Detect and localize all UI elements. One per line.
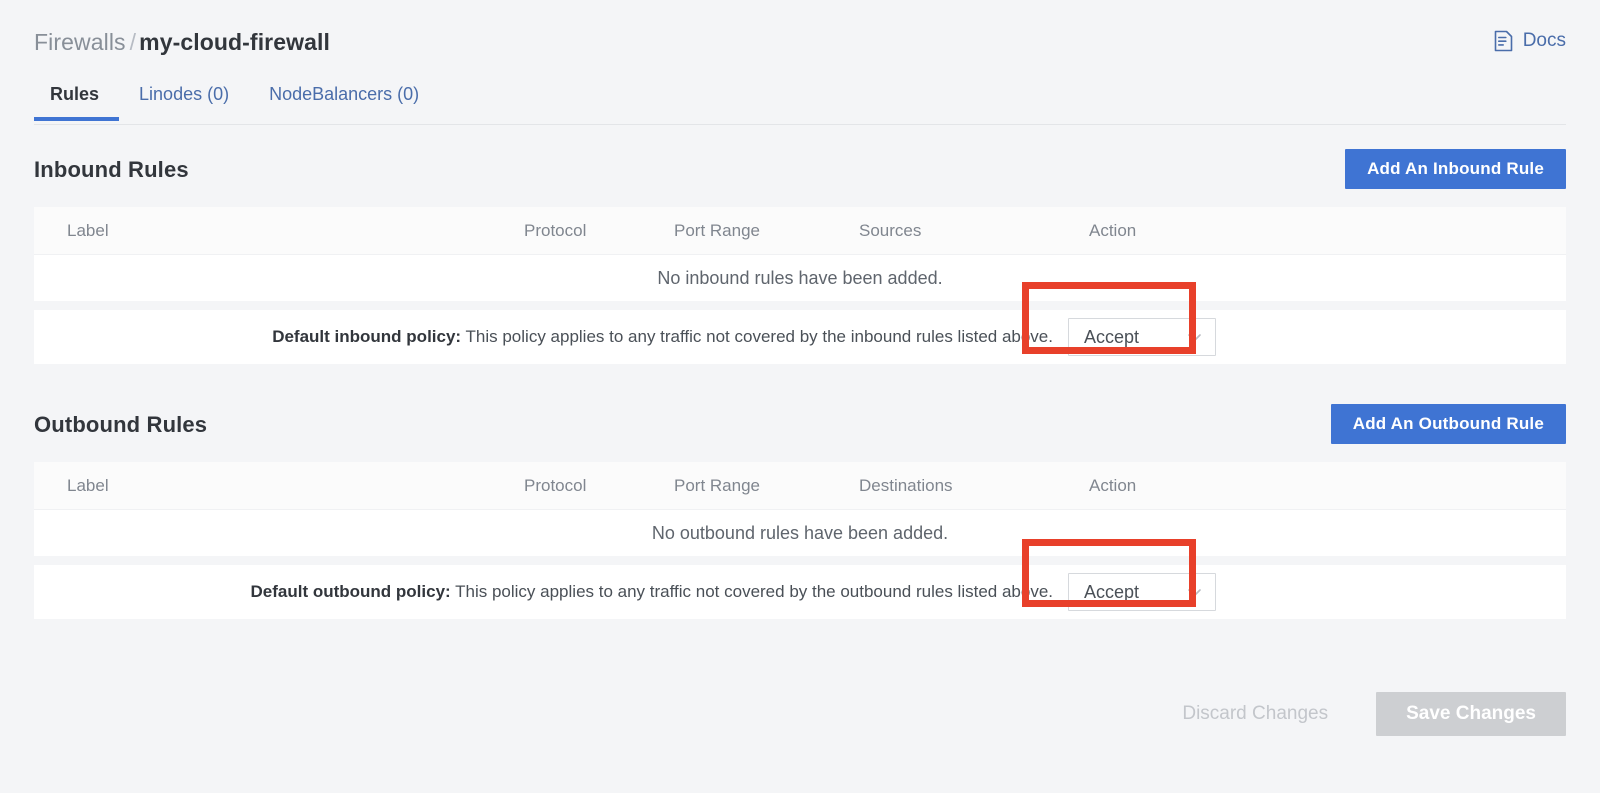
outbound-column-label: Label [34, 476, 524, 496]
outbound-column-protocol: Protocol [524, 476, 674, 496]
tab-nodebalancers-label: NodeBalancers (0) [269, 84, 419, 104]
outbound-section-title: Outbound Rules [34, 412, 207, 438]
inbound-policy-select[interactable]: Accept [1068, 318, 1216, 356]
chevron-down-icon [1185, 328, 1204, 347]
tab-linodes-label: Linodes (0) [139, 84, 229, 104]
document-icon [1493, 30, 1514, 52]
inbound-policy-select-wrap: Accept [1068, 318, 1216, 356]
tab-bar-divider [34, 124, 1566, 125]
outbound-policy-text: Default outbound policy: This policy app… [251, 582, 1054, 602]
add-inbound-rule-button[interactable]: Add An Inbound Rule [1345, 149, 1566, 189]
inbound-rules-table: Label Protocol Port Range Sources Action… [34, 207, 1566, 301]
discard-changes-button[interactable]: Discard Changes [1158, 692, 1352, 736]
outbound-column-port-range: Port Range [674, 476, 859, 496]
tab-linodes[interactable]: Linodes (0) [119, 80, 249, 121]
inbound-column-label: Label [34, 221, 524, 241]
inbound-table-header-row: Label Protocol Port Range Sources Action [34, 207, 1566, 255]
outbound-section-header: Outbound Rules Add An Outbound Rule [34, 404, 1566, 462]
tab-bar: Rules Linodes (0) NodeBalancers (0) [0, 80, 1600, 125]
inbound-column-protocol: Protocol [524, 221, 674, 241]
inbound-column-action: Action [1089, 221, 1566, 241]
outbound-policy-select[interactable]: Accept [1068, 573, 1216, 611]
chevron-down-icon [1185, 583, 1204, 602]
docs-label: Docs [1523, 30, 1566, 52]
inbound-section-header: Inbound Rules Add An Inbound Rule [34, 149, 1566, 207]
breadcrumb: Firewalls/my-cloud-firewall [34, 29, 330, 56]
save-changes-button[interactable]: Save Changes [1376, 692, 1566, 736]
inbound-policy-text: Default inbound policy: This policy appl… [272, 327, 1053, 347]
outbound-rules-section: Outbound Rules Add An Outbound Rule Labe… [0, 404, 1600, 619]
inbound-default-policy-row: Default inbound policy: This policy appl… [34, 310, 1566, 364]
inbound-rules-section: Inbound Rules Add An Inbound Rule Label … [0, 149, 1600, 364]
inbound-policy-description: This policy applies to any traffic not c… [466, 327, 1053, 346]
add-outbound-rule-button[interactable]: Add An Outbound Rule [1331, 404, 1566, 444]
breadcrumb-separator: / [130, 29, 137, 55]
outbound-column-destinations: Destinations [859, 476, 1089, 496]
outbound-table-header-row: Label Protocol Port Range Destinations A… [34, 462, 1566, 510]
outbound-empty-state: No outbound rules have been added. [34, 510, 1566, 556]
inbound-column-port-range: Port Range [674, 221, 859, 241]
outbound-rules-table: Label Protocol Port Range Destinations A… [34, 462, 1566, 556]
outbound-policy-select-wrap: Accept [1068, 573, 1216, 611]
docs-link[interactable]: Docs [1493, 30, 1566, 52]
outbound-policy-label: Default outbound policy: [251, 582, 451, 601]
inbound-policy-label: Default inbound policy: [272, 327, 461, 346]
footer-actions: Discard Changes Save Changes [1158, 692, 1566, 736]
inbound-empty-state: No inbound rules have been added. [34, 255, 1566, 301]
firewall-rules-page: Firewalls/my-cloud-firewall Docs Rules L… [0, 0, 1600, 793]
tab-rules-label: Rules [50, 84, 99, 104]
page-title: my-cloud-firewall [139, 29, 330, 55]
inbound-section-title: Inbound Rules [34, 157, 189, 183]
outbound-policy-value: Accept [1084, 582, 1139, 603]
page-header: Firewalls/my-cloud-firewall Docs [0, 0, 1600, 78]
tab-nodebalancers[interactable]: NodeBalancers (0) [249, 80, 439, 121]
tab-rules[interactable]: Rules [34, 80, 119, 121]
inbound-column-sources: Sources [859, 221, 1089, 241]
breadcrumb-firewalls-link[interactable]: Firewalls [34, 29, 126, 55]
inbound-policy-value: Accept [1084, 327, 1139, 348]
outbound-policy-description: This policy applies to any traffic not c… [455, 582, 1053, 601]
outbound-column-action: Action [1089, 476, 1566, 496]
outbound-default-policy-row: Default outbound policy: This policy app… [34, 565, 1566, 619]
